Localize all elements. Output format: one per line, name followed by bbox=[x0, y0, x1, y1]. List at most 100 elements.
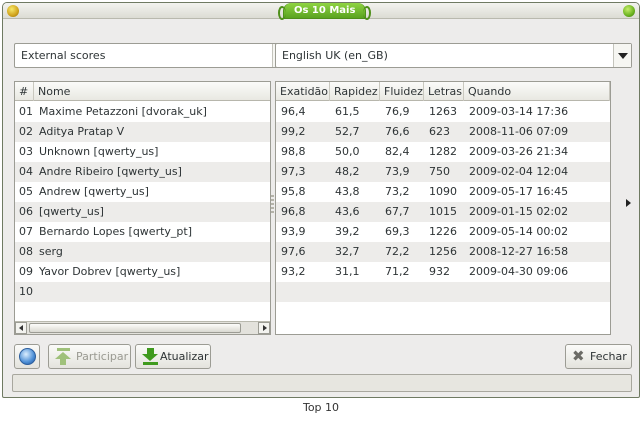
column-header-rapidez[interactable]: Rapidez bbox=[330, 82, 380, 101]
cell-quando: 2009-02-04 12:04 bbox=[469, 165, 569, 178]
cell-letras: 1282 bbox=[429, 145, 457, 158]
globe-button[interactable] bbox=[14, 344, 40, 369]
cell-rank: 09 bbox=[19, 265, 33, 278]
cell-fluidez: 67,7 bbox=[385, 205, 410, 218]
names-table-header: # Nome bbox=[15, 82, 270, 101]
cell-exatidao: 96,8 bbox=[281, 205, 306, 218]
table-row[interactable]: 93,9 39,2 69,3 1226 2009-05-14 00:02 bbox=[276, 222, 610, 242]
cell-quando: 2009-01-15 02:02 bbox=[469, 205, 569, 218]
pane-splitter-handle[interactable] bbox=[271, 195, 274, 215]
table-row[interactable]: 99,2 52,7 76,6 623 2008-11-06 07:09 bbox=[276, 122, 610, 142]
table-row[interactable]: 93,2 31,1 71,2 932 2009-04-30 09:06 bbox=[276, 262, 610, 282]
cell-nome: [qwerty_us] bbox=[39, 205, 104, 218]
atualizar-button[interactable]: Atualizar bbox=[135, 344, 211, 369]
cell-exatidao: 97,6 bbox=[281, 245, 306, 258]
source-dropdown[interactable]: External scores bbox=[14, 43, 291, 68]
cell-rapidez: 32,7 bbox=[335, 245, 360, 258]
fechar-button[interactable]: ✖ Fechar bbox=[565, 344, 632, 369]
cell-quando: 2009-05-17 16:45 bbox=[469, 185, 569, 198]
arrow-left-icon bbox=[19, 325, 23, 331]
table-row[interactable]: 01 Maxime Petazzoni [dvorak_uk] bbox=[15, 102, 270, 122]
language-dropdown-toggle[interactable] bbox=[613, 44, 631, 67]
cell-nome: Maxime Petazzoni [dvorak_uk] bbox=[39, 105, 207, 118]
column-header-exatidao[interactable]: Exatidão bbox=[276, 82, 330, 101]
table-row[interactable]: 02 Aditya Pratap V bbox=[15, 122, 270, 142]
cell-exatidao: 93,2 bbox=[281, 265, 306, 278]
cell-fluidez: 72,2 bbox=[385, 245, 410, 258]
column-header-rank[interactable]: # bbox=[15, 82, 34, 101]
download-arrow-icon bbox=[142, 348, 159, 365]
table-row[interactable]: 08 serg bbox=[15, 242, 270, 262]
table-row[interactable]: 97,6 32,7 72,2 1256 2008-12-27 16:58 bbox=[276, 242, 610, 262]
window-title: Os 10 Mais bbox=[277, 3, 372, 20]
cell-letras: 750 bbox=[429, 165, 450, 178]
cell-exatidao bbox=[276, 282, 281, 302]
cell-rank: 03 bbox=[19, 145, 33, 158]
table-row[interactable]: 96,8 43,6 67,7 1015 2009-01-15 02:02 bbox=[276, 202, 610, 222]
table-row[interactable]: 04 Andre Ribeiro [qwerty_us] bbox=[15, 162, 270, 182]
cell-rapidez: 50,0 bbox=[335, 145, 360, 158]
table-row[interactable]: 03 Unknown [qwerty_us] bbox=[15, 142, 270, 162]
cell-rapidez: 52,7 bbox=[335, 125, 360, 138]
window-menu-icon[interactable] bbox=[7, 5, 19, 17]
cell-quando: 2008-11-06 07:09 bbox=[469, 125, 569, 138]
cell-nome: Andrew [qwerty_us] bbox=[39, 185, 149, 198]
column-header-fluidez[interactable]: Fluidez bbox=[380, 82, 424, 101]
cell-nome: serg bbox=[39, 245, 63, 258]
window-caption: Top 10 bbox=[302, 401, 340, 414]
cell-rapidez: 61,5 bbox=[335, 105, 360, 118]
cell-exatidao: 96,4 bbox=[281, 105, 306, 118]
cell-fluidez: 76,6 bbox=[385, 125, 410, 138]
arrow-right-icon bbox=[263, 325, 267, 331]
language-dropdown[interactable]: English UK (en_GB) bbox=[275, 43, 632, 68]
cell-letras: 1226 bbox=[429, 225, 457, 238]
table-row[interactable]: 97,3 48,2 73,9 750 2009-02-04 12:04 bbox=[276, 162, 610, 182]
participar-button[interactable]: Participar bbox=[48, 344, 131, 369]
cell-quando: 2009-05-14 00:02 bbox=[469, 225, 569, 238]
column-header-letras[interactable]: Letras bbox=[424, 82, 464, 101]
cell-nome: Andre Ribeiro [qwerty_us] bbox=[39, 165, 182, 178]
table-row[interactable]: 05 Andrew [qwerty_us] bbox=[15, 182, 270, 202]
horizontal-scrollbar[interactable] bbox=[15, 321, 270, 334]
globe-icon bbox=[19, 348, 36, 365]
cell-letras: 932 bbox=[429, 265, 450, 278]
top10-window: Os 10 Mais External scores English UK (e… bbox=[2, 2, 640, 398]
table-row[interactable] bbox=[276, 282, 610, 302]
stats-table[interactable]: Exatidão Rapidez Fluidez Letras Quando 9… bbox=[275, 81, 611, 335]
window-close-icon[interactable] bbox=[623, 5, 635, 17]
fechar-button-label: Fechar bbox=[590, 350, 627, 363]
column-header-quando[interactable]: Quando bbox=[464, 82, 610, 101]
cell-letras: 1256 bbox=[429, 245, 457, 258]
cell-exatidao: 95,8 bbox=[281, 185, 306, 198]
table-row[interactable]: 10 bbox=[15, 282, 270, 302]
cell-rapidez: 31,1 bbox=[335, 265, 360, 278]
cell-fluidez: 73,9 bbox=[385, 165, 410, 178]
cell-fluidez: 71,2 bbox=[385, 265, 410, 278]
table-row[interactable]: 06 [qwerty_us] bbox=[15, 202, 270, 222]
expand-side-arrow-icon[interactable] bbox=[626, 199, 631, 207]
column-header-nome[interactable]: Nome bbox=[34, 82, 270, 101]
cell-rank: 08 bbox=[19, 245, 33, 258]
cell-letras bbox=[424, 282, 429, 302]
table-row[interactable]: 95,8 43,8 73,2 1090 2009-05-17 16:45 bbox=[276, 182, 610, 202]
close-x-icon: ✖ bbox=[572, 347, 585, 365]
cell-exatidao: 99,2 bbox=[281, 125, 306, 138]
names-table[interactable]: # Nome 01 Maxime Petazzoni [dvorak_uk] 02 A… bbox=[14, 81, 271, 335]
cell-letras: 1263 bbox=[429, 105, 457, 118]
title-bar[interactable]: Os 10 Mais bbox=[3, 3, 639, 20]
cell-rapidez bbox=[330, 282, 335, 302]
cell-letras: 1015 bbox=[429, 205, 457, 218]
upload-arrow-icon bbox=[55, 348, 72, 365]
table-row[interactable]: 98,8 50,0 82,4 1282 2009-03-26 21:34 bbox=[276, 142, 610, 162]
scroll-right-button[interactable] bbox=[258, 322, 270, 334]
table-row[interactable]: 96,4 61,5 76,9 1263 2009-03-14 17:36 bbox=[276, 102, 610, 122]
cell-exatidao: 97,3 bbox=[281, 165, 306, 178]
scrollbar-thumb[interactable] bbox=[29, 323, 241, 333]
cell-letras: 1090 bbox=[429, 185, 457, 198]
cell-rank: 01 bbox=[19, 105, 33, 118]
cell-quando: 2008-12-27 16:58 bbox=[469, 245, 569, 258]
table-row[interactable]: 09 Yavor Dobrev [qwerty_us] bbox=[15, 262, 270, 282]
table-row[interactable]: 07 Bernardo Lopes [qwerty_pt] bbox=[15, 222, 270, 242]
scroll-left-button[interactable] bbox=[15, 322, 27, 334]
cell-fluidez: 69,3 bbox=[385, 225, 410, 238]
